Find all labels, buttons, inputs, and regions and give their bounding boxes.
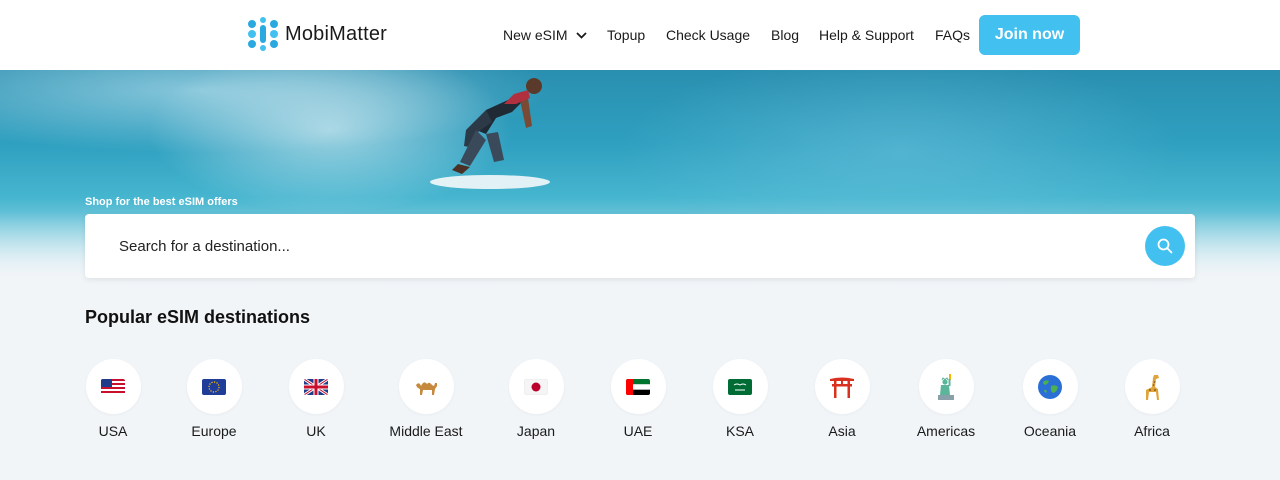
destination-label: UAE bbox=[623, 423, 653, 439]
destination-uae[interactable]: UAE bbox=[583, 359, 693, 439]
site-header: MobiMatter New eSIM Topup Check Usage Bl… bbox=[0, 0, 1280, 70]
nav-check-usage[interactable]: Check Usage bbox=[666, 0, 750, 70]
destination-europe[interactable]: Europe bbox=[159, 359, 269, 439]
uae-flag-icon bbox=[626, 378, 650, 395]
destination-icon-circle bbox=[712, 359, 768, 414]
destination-icon-circle bbox=[610, 359, 666, 414]
destination-label: UK bbox=[306, 423, 326, 439]
nav-blog[interactable]: Blog bbox=[771, 0, 799, 70]
destination-ksa[interactable]: KSA bbox=[685, 359, 795, 439]
destination-japan[interactable]: Japan bbox=[481, 359, 591, 439]
destination-icon-circle bbox=[508, 359, 564, 414]
giraffe-icon bbox=[1146, 374, 1159, 400]
logo-mark-icon bbox=[248, 17, 278, 51]
destination-label: Europe bbox=[191, 423, 237, 439]
torii-gate-icon bbox=[830, 377, 854, 398]
nav-help-support[interactable]: Help & Support bbox=[819, 0, 914, 70]
surfer-illustration bbox=[430, 78, 550, 189]
hero-tagline: Shop for the best eSIM offers bbox=[85, 196, 238, 208]
camel-icon bbox=[416, 381, 437, 395]
nav-new-esim-label: New eSIM bbox=[503, 27, 568, 43]
logo-text: MobiMatter bbox=[285, 22, 388, 45]
nav-faqs[interactable]: FAQs bbox=[935, 0, 970, 70]
statue-of-liberty-icon bbox=[938, 373, 954, 400]
eu-flag-icon bbox=[202, 378, 226, 395]
nav-new-esim[interactable]: New eSIM bbox=[503, 0, 587, 70]
destination-label: Japan bbox=[516, 423, 556, 439]
popular-destinations-title: Popular eSIM destinations bbox=[85, 307, 311, 327]
destination-label: Middle East bbox=[389, 423, 463, 439]
destination-icon-circle bbox=[1124, 359, 1180, 414]
globe-icon bbox=[1038, 374, 1062, 399]
destination-asia[interactable]: Asia bbox=[787, 359, 897, 439]
destination-icon-circle bbox=[398, 359, 454, 414]
destination-label: KSA bbox=[725, 423, 754, 439]
destination-icon-circle bbox=[288, 359, 344, 414]
destination-icon-circle bbox=[186, 359, 242, 414]
destination-usa[interactable]: USA bbox=[58, 359, 168, 439]
nav-blog-label: Blog bbox=[771, 27, 800, 43]
join-now-button[interactable]: Join now bbox=[979, 15, 1080, 55]
search-button[interactable] bbox=[1145, 226, 1185, 266]
search-icon bbox=[1157, 238, 1173, 254]
destination-africa[interactable]: Africa bbox=[1097, 359, 1207, 439]
nav-topup[interactable]: Topup bbox=[607, 0, 645, 70]
nav-topup-label: Topup bbox=[607, 27, 646, 43]
destination-label: USA bbox=[98, 423, 128, 439]
destination-label: Asia bbox=[828, 423, 856, 439]
japan-flag-icon bbox=[524, 378, 548, 395]
destination-icon-circle bbox=[814, 359, 870, 414]
destination-middle-east[interactable]: Middle East bbox=[371, 359, 481, 439]
us-flag-icon bbox=[101, 378, 125, 395]
saudi-flag-icon bbox=[728, 378, 752, 395]
uk-flag-icon bbox=[304, 378, 328, 395]
destination-icon-circle bbox=[85, 359, 141, 414]
logo[interactable]: MobiMatter bbox=[247, 16, 387, 52]
search-box bbox=[85, 214, 1195, 278]
destination-label: Americas bbox=[916, 423, 976, 439]
destination-icon-circle bbox=[918, 359, 974, 414]
destination-label: Oceania bbox=[1023, 423, 1077, 439]
destination-search-input[interactable] bbox=[119, 214, 1119, 278]
destination-uk[interactable]: UK bbox=[261, 359, 371, 439]
destination-americas[interactable]: Americas bbox=[891, 359, 1001, 439]
nav-help-support-label: Help & Support bbox=[819, 27, 914, 43]
nav-faqs-label: FAQs bbox=[935, 27, 971, 43]
destination-label: Africa bbox=[1134, 423, 1170, 439]
destination-icon-circle bbox=[1022, 359, 1078, 414]
nav-check-usage-label: Check Usage bbox=[666, 27, 751, 43]
chevron-down-icon bbox=[575, 31, 587, 39]
destination-oceania[interactable]: Oceania bbox=[995, 359, 1105, 439]
